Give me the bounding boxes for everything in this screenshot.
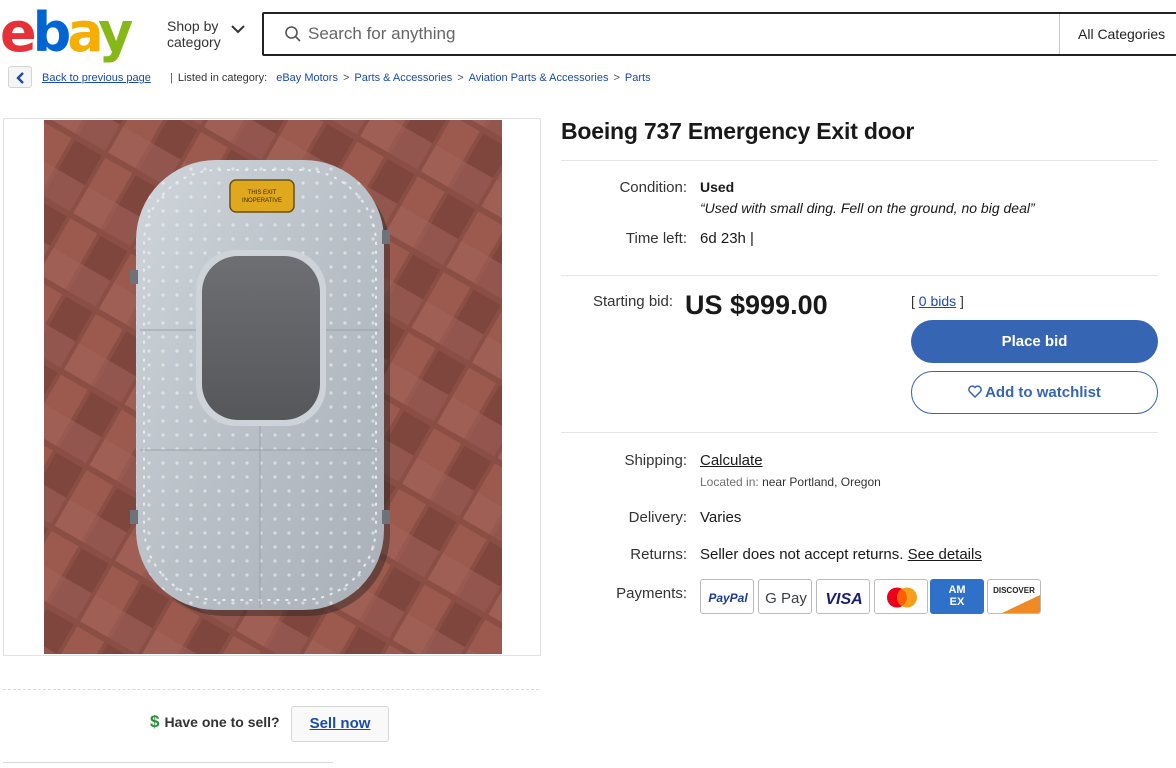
divider <box>561 432 1158 433</box>
breadcrumb-item-parts[interactable]: Parts <box>625 72 651 84</box>
bids-bracket-open: [ <box>911 293 915 309</box>
dollar-icon: $ <box>150 712 160 731</box>
condition-value: Used <box>700 179 735 195</box>
starting-bid-label: Starting bid: <box>592 293 673 310</box>
add-to-watchlist-button[interactable]: Add to watchlist <box>911 371 1158 414</box>
returns-policy: Seller does not accept returns. See deta… <box>700 546 982 563</box>
condition-note: “Used with small ding. Fell on the groun… <box>700 200 1035 216</box>
bids-count: [ 0 bids ] <box>911 293 964 309</box>
sell-now-button[interactable]: Sell now <box>291 706 389 742</box>
listed-in-label: Listed in category: <box>177 72 268 84</box>
back-button[interactable] <box>8 66 32 88</box>
svg-text:G Pay: G Pay <box>765 590 807 607</box>
sell-prompt: Have one to sell? <box>164 714 280 730</box>
starting-bid-price: US $999.00 <box>685 290 828 320</box>
bids-bracket-close: ] <box>960 293 964 309</box>
payments-label: Payments: <box>616 585 687 602</box>
header: ebay Shop by category All Categories <box>0 0 1176 66</box>
see-details-link[interactable]: See details <box>908 546 982 563</box>
door-placard-line1: THIS EXIT <box>248 190 277 196</box>
paypal-icon: PayPal <box>700 579 754 614</box>
breadcrumb-item-parts-accessories[interactable]: Parts & Accessories <box>354 72 452 84</box>
breadcrumb-item-aviation-parts[interactable]: Aviation Parts & Accessories <box>469 72 609 84</box>
door-placard-line2: INOPERATIVE <box>242 198 282 204</box>
logo-letter-y: y <box>98 1 133 64</box>
breadcrumb-separator: > <box>457 72 464 84</box>
returns-value: Seller does not accept returns. <box>700 546 904 563</box>
shipping-calculate-link[interactable]: Calculate <box>700 452 763 469</box>
item-location: Located in: near Portland, Oregon <box>700 475 881 489</box>
svg-text:DISCOVER: DISCOVER <box>993 586 1035 595</box>
ebay-logo[interactable]: ebay <box>0 1 133 64</box>
discover-icon: DISCOVER <box>987 579 1041 614</box>
logo-letter-e: e <box>0 1 37 64</box>
google-pay-icon: G Pay <box>758 579 812 614</box>
place-bid-button[interactable]: Place bid <box>911 320 1158 363</box>
search-bar: All Categories <box>262 12 1176 56</box>
watchlist-label: Add to watchlist <box>985 384 1101 401</box>
chevron-left-icon <box>16 72 24 84</box>
amex-icon: AM EX <box>930 579 984 614</box>
divider <box>3 689 539 690</box>
category-path: | Listed in category: eBay Motors > Parts &… <box>170 72 651 84</box>
breadcrumb-pipe: | <box>170 72 173 84</box>
exit-door-photo: THIS EXIT INOPERATIVE <box>44 120 502 654</box>
search-icon <box>285 26 301 42</box>
shop-by-category-button[interactable]: Shop by category <box>167 18 229 50</box>
breadcrumb-separator: > <box>342 72 350 84</box>
delivery-value: Varies <box>700 509 742 526</box>
shipping-label: Shipping: <box>624 452 687 469</box>
breadcrumb-item-ebay-motors[interactable]: eBay Motors <box>276 72 338 84</box>
listing-title: Boeing 737 Emergency Exit door <box>561 118 915 144</box>
located-value: near Portland, Oregon <box>762 475 881 489</box>
back-to-previous-link[interactable]: Back to previous page <box>42 72 151 84</box>
visa-icon: VISA <box>816 579 870 614</box>
condition-label: Condition: <box>619 179 687 196</box>
have-one-to-sell: $ Have one to sell? <box>150 712 280 732</box>
divider <box>561 275 1158 276</box>
delivery-label: Delivery: <box>628 509 687 526</box>
all-categories-select[interactable]: All Categories <box>1078 26 1165 42</box>
time-left-label: Time left: <box>625 230 687 247</box>
located-label: Located in: <box>700 475 759 489</box>
time-left-value: 6d 23h | <box>700 230 754 247</box>
svg-text:VISA: VISA <box>825 591 862 608</box>
tabs-row <box>3 762 333 768</box>
bids-link[interactable]: 0 bids <box>919 293 956 309</box>
divider <box>561 160 1158 161</box>
search-input[interactable] <box>308 22 1028 46</box>
heart-icon <box>968 385 982 399</box>
product-image-panel[interactable]: THIS EXIT INOPERATIVE <box>3 118 541 656</box>
svg-text:PayPal: PayPal <box>708 591 748 605</box>
mastercard-icon <box>874 579 928 614</box>
logo-letter-b: b <box>32 1 72 64</box>
breadcrumb-separator: > <box>613 72 620 84</box>
returns-label: Returns: <box>630 546 687 563</box>
logo-letter-a: a <box>67 1 102 64</box>
category-divider <box>1059 14 1060 54</box>
chevron-down-icon[interactable] <box>230 24 246 34</box>
product-photo[interactable]: THIS EXIT INOPERATIVE <box>44 120 502 654</box>
